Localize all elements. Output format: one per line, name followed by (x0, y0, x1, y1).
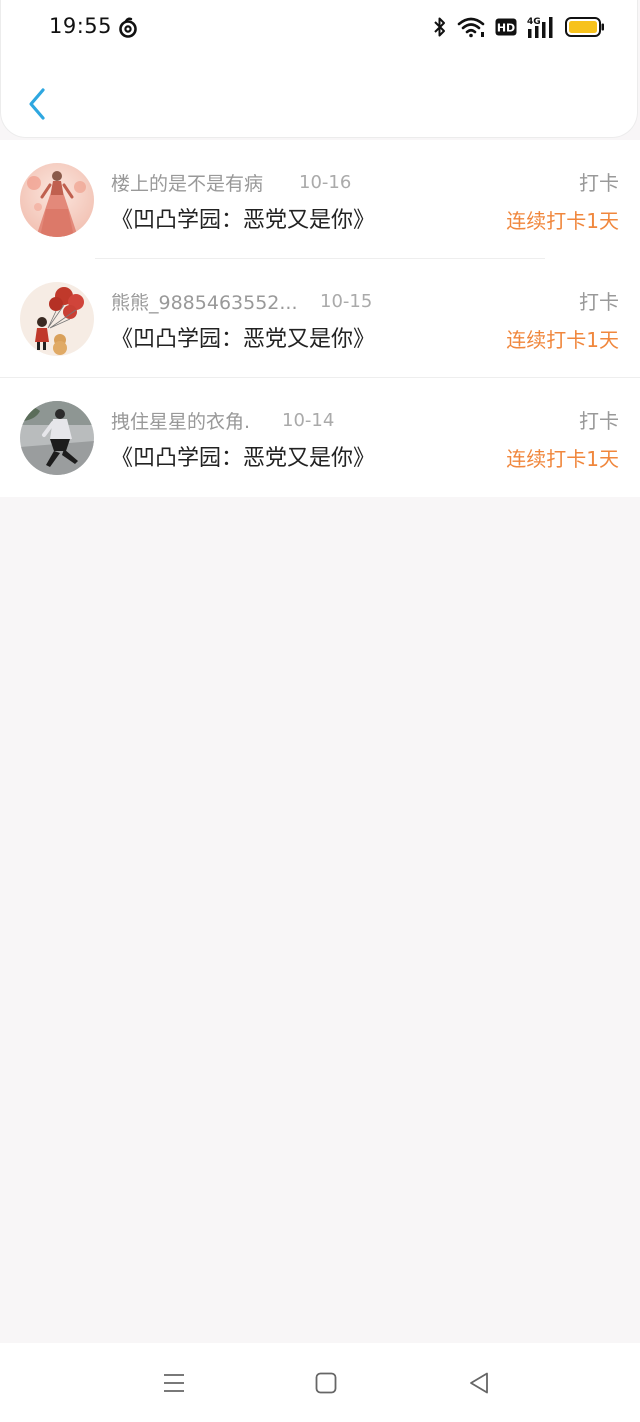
avatar[interactable] (20, 282, 94, 356)
date: 10-14 (282, 409, 335, 431)
status-bar: 19:55 HD 4G (1, 0, 640, 58)
menu-icon (164, 1374, 184, 1392)
username[interactable]: 楼上的是不是有病 (111, 169, 299, 196)
item-meta: 熊熊_9885463552... 10-15 (111, 287, 372, 315)
svg-text:4G: 4G (527, 17, 541, 27)
avatar[interactable] (20, 163, 94, 237)
battery-icon (565, 17, 605, 41)
date: 10-16 (299, 171, 352, 193)
item-meta: 楼上的是不是有病 10-16 (111, 168, 351, 196)
netease-music-icon (118, 17, 138, 39)
home-button[interactable] (312, 1369, 340, 1397)
menu-button[interactable] (160, 1369, 188, 1397)
date: 10-15 (320, 290, 373, 312)
action-label: 打卡 (579, 409, 619, 433)
username[interactable]: 熊熊_9885463552... (111, 288, 320, 315)
hd-icon: HD (495, 18, 517, 40)
avatar[interactable] (20, 401, 94, 475)
streak-label: 连续打卡1天 (506, 328, 619, 352)
book-title[interactable]: 《凹凸学园：恶党又是你》 (111, 202, 375, 234)
chevron-left-icon (29, 88, 45, 120)
svg-text:HD: HD (497, 22, 515, 35)
action-label: 打卡 (579, 171, 619, 195)
back-nav-button[interactable] (465, 1369, 493, 1397)
header: 19:55 HD 4G (0, 0, 638, 138)
home-square-icon (315, 1372, 337, 1394)
4g-signal-icon: 4G (527, 15, 555, 43)
list-item[interactable]: 熊熊_9885463552... 10-15 《凹凸学园：恶党又是你》 打卡 连… (0, 259, 640, 378)
list-item[interactable]: 拽住星星的衣角. 10-14 《凹凸学园：恶党又是你》 打卡 连续打卡1天 (0, 378, 640, 497)
bluetooth-icon (433, 16, 447, 42)
book-title[interactable]: 《凹凸学园：恶党又是你》 (111, 321, 375, 353)
username[interactable]: 拽住星星的衣角. (111, 407, 282, 434)
status-time: 19:55 (49, 14, 113, 38)
streak-label: 连续打卡1天 (506, 447, 619, 471)
back-button[interactable] (23, 86, 51, 122)
streak-label: 连续打卡1天 (506, 209, 619, 233)
back-triangle-icon (470, 1372, 488, 1394)
checkin-list: 楼上的是不是有病 10-16 《凹凸学园：恶党又是你》 打卡 连续打卡1天 熊熊… (0, 140, 640, 497)
book-title[interactable]: 《凹凸学园：恶党又是你》 (111, 440, 375, 472)
status-icons: HD 4G (433, 16, 605, 42)
action-label: 打卡 (579, 290, 619, 314)
list-item[interactable]: 楼上的是不是有病 10-16 《凹凸学园：恶党又是你》 打卡 连续打卡1天 (0, 140, 640, 259)
wifi-icon (457, 16, 485, 42)
system-nav-bar (0, 1343, 640, 1422)
item-meta: 拽住星星的衣角. 10-14 (111, 406, 334, 434)
